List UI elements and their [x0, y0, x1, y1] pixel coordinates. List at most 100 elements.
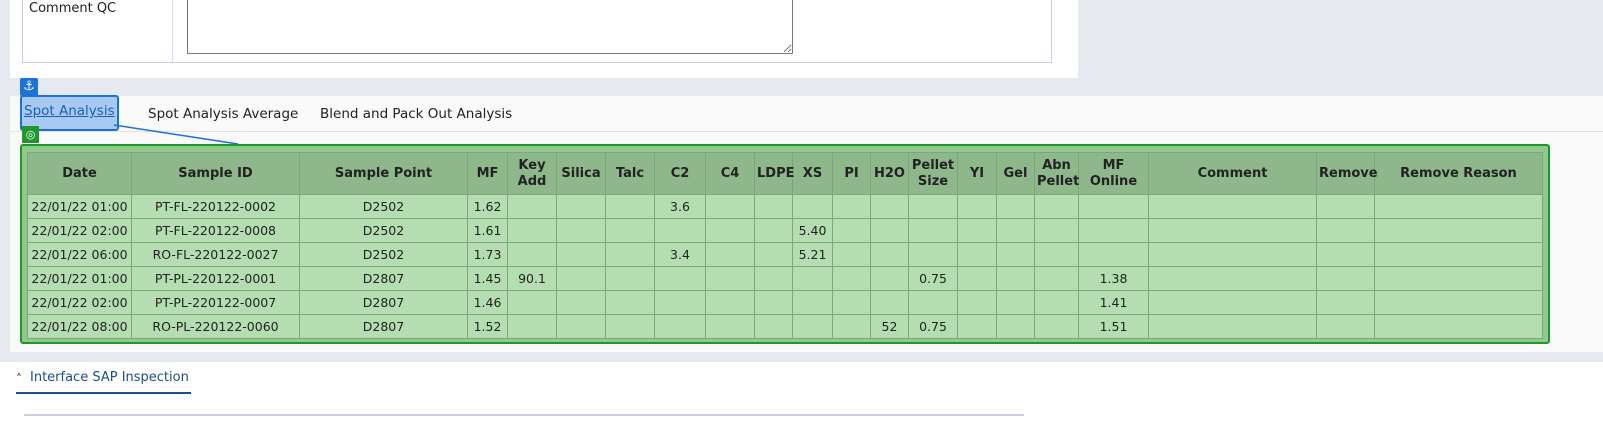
table-cell[interactable]: RO-FL-220122-0027	[131, 242, 300, 267]
table-cell[interactable]: 1.62	[467, 194, 508, 219]
column-header[interactable]: Sample ID	[131, 152, 300, 195]
table-cell[interactable]	[705, 314, 755, 339]
target-icon[interactable]: ◎	[22, 126, 39, 143]
table-cell[interactable]	[996, 314, 1035, 339]
table-cell[interactable]	[1078, 194, 1149, 219]
table-cell[interactable]	[957, 266, 997, 291]
table-cell[interactable]	[507, 314, 557, 339]
table-cell[interactable]	[1034, 242, 1079, 267]
table-cell[interactable]	[792, 314, 833, 339]
table-cell[interactable]	[1316, 242, 1375, 267]
table-cell[interactable]	[705, 290, 755, 315]
table-cell[interactable]: 22/01/22 02:00	[27, 290, 132, 315]
table-cell[interactable]	[1148, 218, 1317, 243]
table-cell[interactable]	[754, 290, 793, 315]
table-cell[interactable]: 1.73	[467, 242, 508, 267]
table-cell[interactable]	[832, 290, 871, 315]
table-cell[interactable]: D2807	[299, 266, 468, 291]
table-cell[interactable]	[1374, 194, 1543, 219]
table-cell[interactable]: 1.61	[467, 218, 508, 243]
column-header[interactable]: H2O	[870, 152, 909, 195]
comment-qc-textarea[interactable]	[187, 0, 793, 54]
table-cell[interactable]	[605, 218, 655, 243]
table-cell[interactable]	[996, 194, 1035, 219]
column-header[interactable]: PI	[832, 152, 871, 195]
column-header[interactable]: Comment	[1148, 152, 1317, 195]
table-cell[interactable]	[754, 242, 793, 267]
table-cell[interactable]	[1316, 194, 1375, 219]
column-header[interactable]: MF Online	[1078, 152, 1149, 195]
table-cell[interactable]: 1.45	[467, 266, 508, 291]
table-cell[interactable]	[1034, 266, 1079, 291]
table-cell[interactable]	[754, 266, 793, 291]
table-row[interactable]: 22/01/22 06:00 RO-FL-220122-0027 D2502 1.73…	[27, 242, 1543, 267]
chevron-up-icon[interactable]: ˄	[16, 369, 22, 389]
table-cell[interactable]	[605, 314, 655, 339]
column-header[interactable]: MF	[467, 152, 508, 195]
column-header[interactable]: C4	[705, 152, 755, 195]
column-header[interactable]: Remove Reason	[1374, 152, 1543, 195]
table-cell[interactable]	[556, 290, 606, 315]
table-cell[interactable]	[870, 266, 909, 291]
table-cell[interactable]: 1.52	[467, 314, 508, 339]
table-cell[interactable]	[1316, 290, 1375, 315]
column-header[interactable]: Key Add	[507, 152, 557, 195]
table-cell[interactable]	[870, 290, 909, 315]
table-cell[interactable]: 1.41	[1078, 290, 1149, 315]
table-cell[interactable]	[754, 314, 793, 339]
table-cell[interactable]	[908, 242, 958, 267]
table-cell[interactable]: 90.1	[507, 266, 557, 291]
table-cell[interactable]: D2502	[299, 194, 468, 219]
table-cell[interactable]	[1034, 290, 1079, 315]
table-cell[interactable]	[1148, 194, 1317, 219]
table-cell[interactable]	[792, 290, 833, 315]
table-cell[interactable]	[1078, 242, 1149, 267]
table-cell[interactable]: D2502	[299, 218, 468, 243]
table-cell[interactable]	[957, 314, 997, 339]
column-header[interactable]: Abn Pellet	[1034, 152, 1079, 195]
table-cell[interactable]	[908, 290, 958, 315]
table-cell[interactable]	[754, 218, 793, 243]
table-cell[interactable]	[1034, 314, 1079, 339]
table-cell[interactable]	[605, 290, 655, 315]
tab-blend-and-pack-out-analysis[interactable]: Blend and Pack Out Analysis	[320, 106, 512, 122]
table-row[interactable]: 22/01/22 01:00 PT-FL-220122-0002 D2502 1.62…	[27, 194, 1543, 219]
table-cell[interactable]	[870, 218, 909, 243]
table-cell[interactable]	[705, 242, 755, 267]
table-cell[interactable]: 22/01/22 06:00	[27, 242, 132, 267]
column-header[interactable]: LDPE	[754, 152, 794, 195]
table-cell[interactable]	[957, 194, 997, 219]
column-header[interactable]: XS	[792, 152, 833, 195]
table-cell[interactable]: 0.75	[908, 314, 958, 339]
table-row[interactable]: 22/01/22 02:00 PT-FL-220122-0008 D2502 1.61…	[27, 218, 1543, 243]
table-cell[interactable]	[654, 314, 706, 339]
table-cell[interactable]: 5.21	[792, 242, 833, 267]
table-cell[interactable]	[1374, 242, 1543, 267]
table-cell[interactable]	[1148, 242, 1317, 267]
table-cell[interactable]	[1316, 218, 1375, 243]
table-cell[interactable]	[908, 194, 958, 219]
table-cell[interactable]	[605, 242, 655, 267]
table-cell[interactable]: PT-PL-220122-0007	[131, 290, 300, 315]
table-cell[interactable]	[705, 266, 755, 291]
table-cell[interactable]: D2502	[299, 242, 468, 267]
column-header[interactable]: Silica	[556, 152, 606, 195]
table-cell[interactable]	[792, 266, 833, 291]
column-header[interactable]: Gel	[996, 152, 1035, 195]
tab-spot-analysis-average[interactable]: Spot Analysis Average	[148, 106, 298, 122]
table-cell[interactable]	[1374, 266, 1543, 291]
table-cell[interactable]	[1034, 194, 1079, 219]
table-cell[interactable]	[870, 242, 909, 267]
table-cell[interactable]: 3.4	[654, 242, 706, 267]
table-cell[interactable]	[1148, 314, 1317, 339]
table-cell[interactable]	[556, 242, 606, 267]
table-cell[interactable]	[832, 314, 871, 339]
table-cell[interactable]	[832, 266, 871, 291]
table-cell[interactable]: 1.38	[1078, 266, 1149, 291]
table-cell[interactable]	[1374, 290, 1543, 315]
table-cell[interactable]: 1.51	[1078, 314, 1149, 339]
table-cell[interactable]: PT-FL-220122-0002	[131, 194, 300, 219]
table-cell[interactable]	[957, 290, 997, 315]
table-cell[interactable]	[507, 194, 557, 219]
table-row[interactable]: 22/01/22 01:00 PT-PL-220122-0001 D2807 1.45…	[27, 266, 1543, 291]
